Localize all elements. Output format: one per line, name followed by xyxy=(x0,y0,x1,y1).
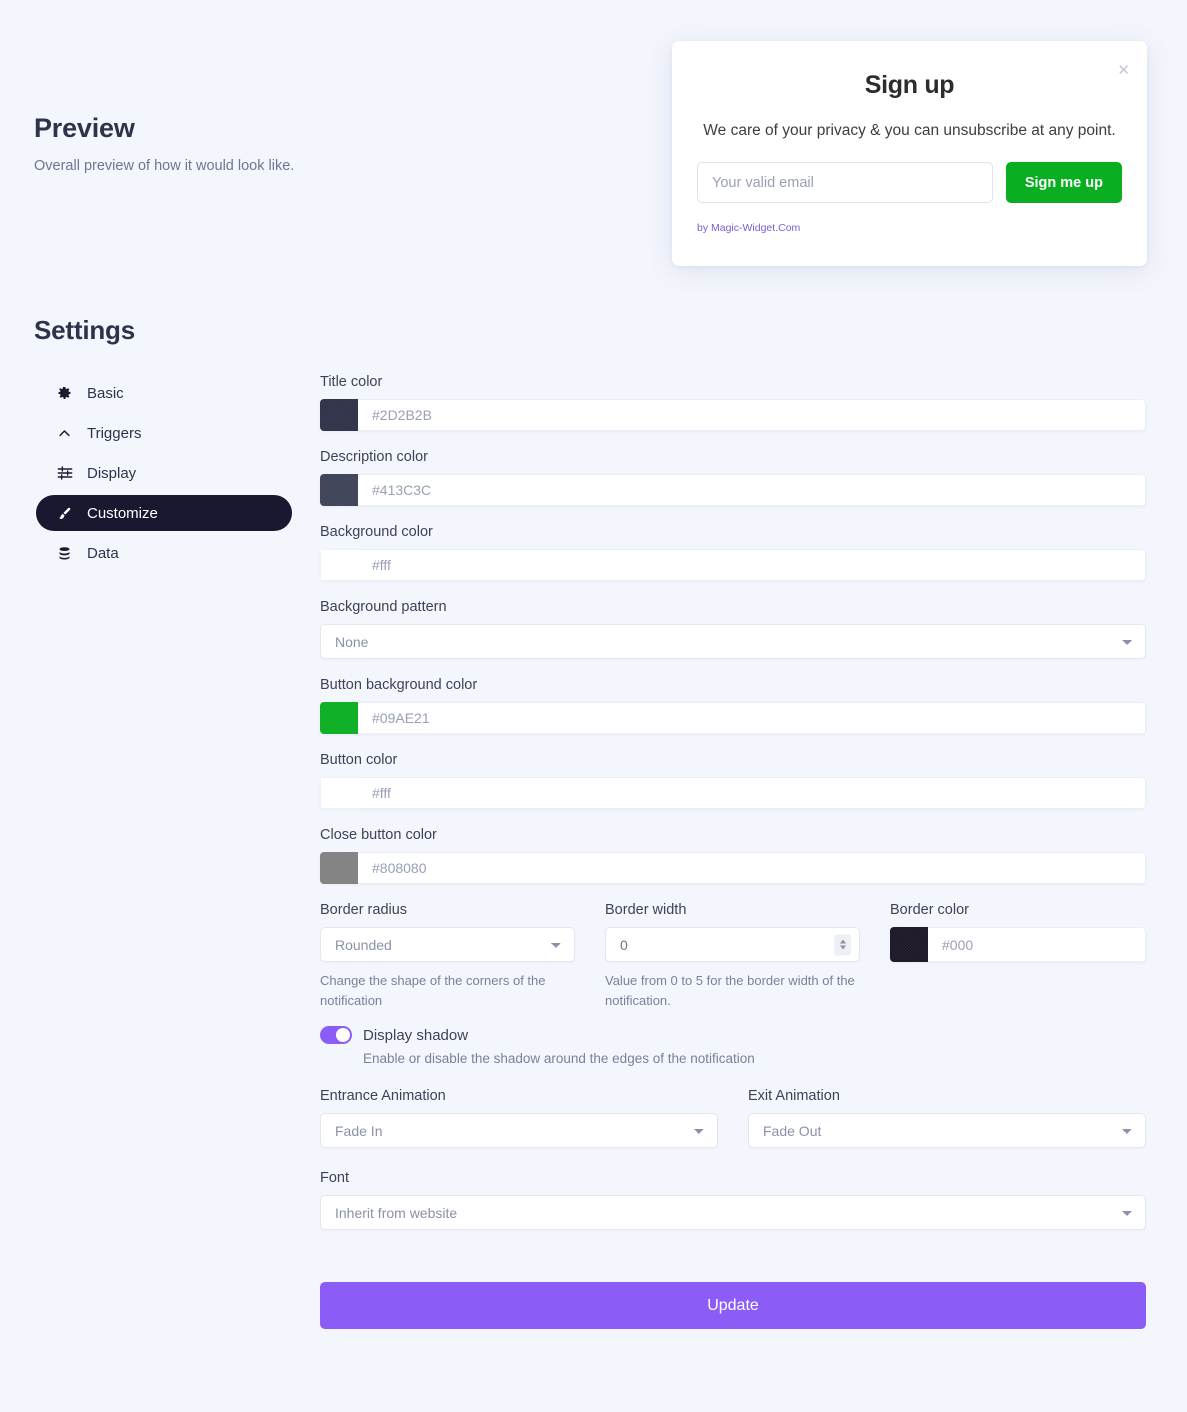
field-label: Entrance Animation xyxy=(320,1088,446,1104)
gear-icon xyxy=(56,386,73,401)
field-hint: Value from 0 to 5 for the border width o… xyxy=(605,973,855,1008)
font-select[interactable]: Inherit from website xyxy=(320,1195,1146,1230)
field-label: Title color xyxy=(320,374,383,390)
sidebar-item-label: Customize xyxy=(87,504,158,522)
field-label: Font xyxy=(320,1170,350,1186)
field-background-pattern: Background pattern None xyxy=(320,599,1146,659)
border-color-input[interactable] xyxy=(928,927,1146,962)
sidebar-item-display[interactable]: Display xyxy=(36,455,292,491)
color-input-group xyxy=(320,852,1146,884)
sidebar-item-label: Triggers xyxy=(87,424,142,442)
field-border-radius: Border radius Rounded Change the shape o… xyxy=(320,902,575,1010)
color-input-group xyxy=(320,399,1146,431)
widget-signup-form: Sign me up xyxy=(697,162,1122,203)
description-color-input[interactable] xyxy=(358,474,1146,506)
chevron-up-icon xyxy=(56,426,73,441)
button-color-input[interactable] xyxy=(358,777,1146,809)
widget-title: Sign up xyxy=(864,71,955,99)
color-swatch[interactable] xyxy=(320,549,358,581)
page-title: Preview xyxy=(34,113,135,143)
field-border-color: Border color xyxy=(890,902,1146,1010)
field-label: Background pattern xyxy=(320,599,447,615)
brush-icon xyxy=(56,506,73,521)
display-shadow-toggle[interactable] xyxy=(320,1026,352,1044)
field-label: Background color xyxy=(320,524,433,540)
settings-sidebar: Basic Triggers Display Customize Data xyxy=(36,375,292,575)
close-icon[interactable]: ✕ xyxy=(1117,63,1130,78)
border-radius-select[interactable]: Rounded xyxy=(320,927,575,962)
field-font: Font Inherit from website xyxy=(320,1170,1146,1230)
background-color-input[interactable] xyxy=(358,549,1146,581)
field-label: Border radius xyxy=(320,902,408,918)
preview-section-header: Preview Overall preview of how it would … xyxy=(34,112,294,174)
field-label: Button background color xyxy=(320,677,478,693)
exit-animation-select[interactable]: Fade Out xyxy=(748,1113,1146,1148)
field-label: Description color xyxy=(320,449,428,465)
sidebar-item-triggers[interactable]: Triggers xyxy=(36,415,292,451)
field-label: Close button color xyxy=(320,827,437,843)
field-description-color: Description color xyxy=(320,449,1146,506)
field-close-button-color: Close button color xyxy=(320,827,1146,884)
database-icon xyxy=(56,546,73,561)
border-width-input[interactable] xyxy=(605,927,860,962)
number-input-group xyxy=(605,927,860,962)
color-swatch[interactable] xyxy=(320,777,358,809)
color-input-group xyxy=(890,927,1146,962)
sidebar-item-basic[interactable]: Basic xyxy=(36,375,292,411)
sidebar-item-label: Display xyxy=(87,464,137,482)
sidebar-item-data[interactable]: Data xyxy=(36,535,292,571)
color-input-group xyxy=(320,549,1146,581)
sliders-icon xyxy=(56,465,73,481)
field-display-shadow: Display shadow Enable or disable the sha… xyxy=(320,1026,1146,1066)
animation-settings-row: Entrance Animation Fade In Exit Animatio… xyxy=(320,1088,1146,1148)
field-button-background-color: Button background color xyxy=(320,677,1146,734)
field-title-color: Title color xyxy=(320,374,1146,431)
update-button[interactable]: Update xyxy=(320,1282,1146,1329)
signup-widget-preview: ✕ Sign up We care of your privacy & you … xyxy=(672,41,1147,266)
button-background-color-input[interactable] xyxy=(358,702,1146,734)
toggle-knob xyxy=(336,1028,350,1042)
sign-me-up-button[interactable]: Sign me up xyxy=(1005,162,1122,203)
settings-title: Settings xyxy=(34,315,135,345)
field-exit-animation: Exit Animation Fade Out xyxy=(748,1088,1146,1148)
toggle-label: Display shadow xyxy=(363,1026,469,1044)
widget-credit-link[interactable]: by Magic-Widget.Com xyxy=(697,222,1147,234)
field-hint: Enable or disable the shadow around the … xyxy=(363,1051,755,1066)
entrance-animation-select[interactable]: Fade In xyxy=(320,1113,718,1148)
display-shadow-toggle-row: Display shadow xyxy=(320,1026,1146,1044)
field-label: Button color xyxy=(320,752,398,768)
field-button-color: Button color xyxy=(320,752,1146,809)
field-label: Border width xyxy=(605,902,687,918)
quantity-stepper[interactable] xyxy=(834,934,851,955)
field-background-color: Background color xyxy=(320,524,1146,581)
close-button-color-input[interactable] xyxy=(358,852,1146,884)
color-swatch[interactable] xyxy=(320,702,358,734)
color-swatch[interactable] xyxy=(320,852,358,884)
customize-settings-form: Title color Description color Background… xyxy=(320,374,1146,1329)
field-label: Exit Animation xyxy=(748,1088,840,1104)
chevron-up-icon xyxy=(839,939,846,944)
color-input-group xyxy=(320,702,1146,734)
field-label: Border color xyxy=(890,902,969,918)
color-swatch[interactable] xyxy=(320,474,358,506)
sidebar-item-label: Basic xyxy=(87,384,124,402)
widget-description: We care of your privacy & you can unsubs… xyxy=(703,122,1116,139)
color-swatch[interactable] xyxy=(890,927,928,962)
sidebar-item-customize[interactable]: Customize xyxy=(36,495,292,531)
page-subtitle: Overall preview of how it would look lik… xyxy=(34,158,295,175)
field-hint: Change the shape of the corners of the n… xyxy=(320,973,546,1008)
email-input[interactable] xyxy=(697,162,993,203)
sidebar-item-label: Data xyxy=(87,544,119,562)
chevron-down-icon xyxy=(839,945,846,950)
field-entrance-animation: Entrance Animation Fade In xyxy=(320,1088,718,1148)
background-pattern-select[interactable]: None xyxy=(320,624,1146,659)
title-color-input[interactable] xyxy=(358,399,1146,431)
field-border-width: Border width Value from 0 to 5 for the b… xyxy=(605,902,860,1010)
color-input-group xyxy=(320,777,1146,809)
border-settings-row: Border radius Rounded Change the shape o… xyxy=(320,902,1146,1010)
color-input-group xyxy=(320,474,1146,506)
color-swatch[interactable] xyxy=(320,399,358,431)
